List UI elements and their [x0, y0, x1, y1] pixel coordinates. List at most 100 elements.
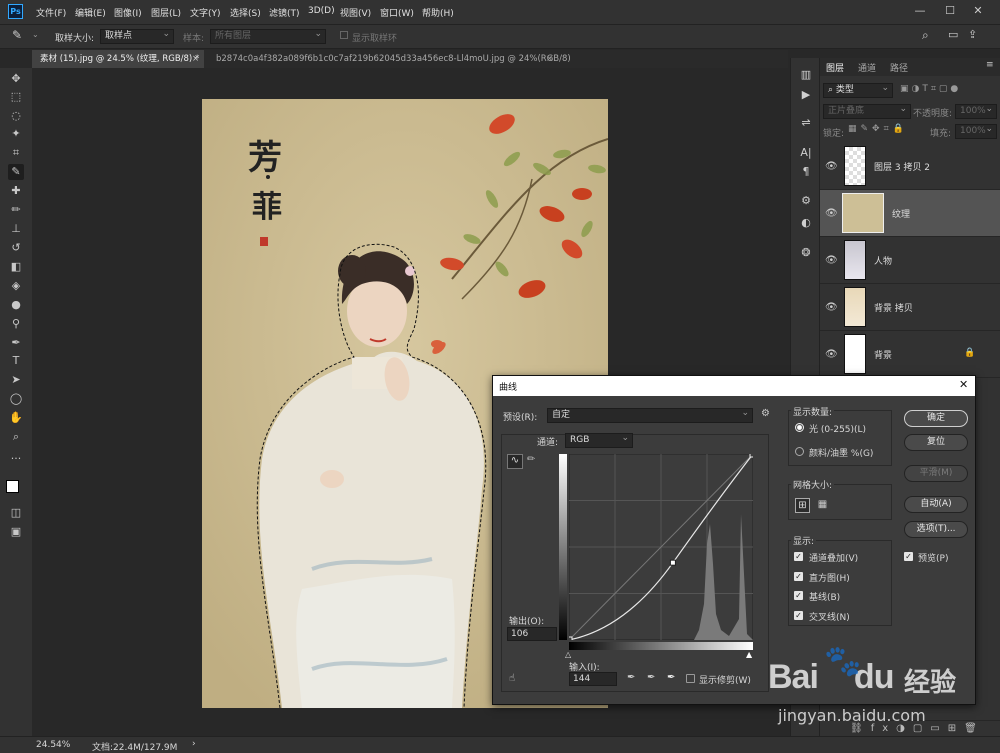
swatches-panel-icon[interactable]: ❂ [799, 246, 813, 260]
paragraph-panel-icon[interactable]: ¶ [799, 165, 813, 179]
share-icon[interactable]: ⇪ [968, 28, 977, 41]
close-window-button[interactable]: ✕ [968, 2, 988, 20]
auto-button[interactable]: 自动(A) [904, 496, 968, 513]
more-tools-icon[interactable]: ··· [8, 451, 24, 467]
intersection-line-checkbox[interactable]: ✓ [794, 611, 803, 620]
menu-edit[interactable]: 编辑(E) [75, 6, 106, 19]
status-menu-arrow-icon[interactable]: › [192, 739, 196, 749]
black-point-slider-icon[interactable]: △ [565, 650, 571, 659]
layer-name[interactable]: 背景 拷贝 [874, 301, 913, 314]
show-ring-checkbox[interactable] [340, 31, 348, 39]
menu-help[interactable]: 帮助(H) [422, 6, 454, 19]
layer-row[interactable]: 👁 人物 [820, 237, 1000, 284]
visibility-eye-icon[interactable]: 👁 [825, 161, 838, 172]
detailed-grid-icon[interactable]: ▦ [815, 498, 830, 513]
ellipse-tool-icon[interactable]: ◯ [8, 391, 24, 407]
visibility-eye-icon[interactable]: 👁 [825, 255, 838, 266]
tab-close-icon[interactable]: × [546, 50, 553, 68]
options-button[interactable]: 选项(T)... [904, 521, 968, 538]
menu-image[interactable]: 图像(I) [114, 6, 142, 19]
dodge-tool-icon[interactable]: ⚲ [8, 316, 24, 332]
foreground-color-swatch[interactable] [6, 480, 19, 493]
menu-filter[interactable]: 滤镜(T) [269, 6, 300, 19]
layer-name[interactable]: 背景 [874, 348, 892, 361]
dialog-title-bar[interactable]: 曲线 ✕ [493, 376, 975, 396]
opacity-input[interactable]: 100% [955, 103, 997, 119]
menu-view[interactable]: 视图(V) [340, 6, 371, 19]
tab-paths[interactable]: 路径 [890, 61, 908, 75]
output-input[interactable]: 106 [507, 627, 557, 641]
workspace-icon[interactable]: ▭ [948, 28, 958, 41]
preview-checkbox[interactable]: ✓ [904, 552, 913, 561]
layer-name[interactable]: 图层 3 拷贝 2 [874, 160, 930, 173]
blur-tool-icon[interactable]: ● [8, 297, 24, 313]
black-eyedropper-icon[interactable]: ✒ [627, 672, 635, 683]
visibility-eye-icon[interactable]: 👁 [825, 302, 838, 313]
histogram-checkbox[interactable]: ✓ [794, 572, 803, 581]
layer-name[interactable]: 纹理 [892, 207, 910, 220]
menu-file[interactable]: 文件(F) [36, 6, 66, 19]
panel-menu-icon[interactable]: ≡ [986, 60, 994, 70]
brush-tool-icon[interactable]: ✏ [8, 202, 24, 218]
fill-input[interactable]: 100% [955, 123, 997, 139]
ok-button[interactable]: 确定 [904, 410, 968, 427]
move-tool-icon[interactable]: ✥ [8, 71, 24, 87]
clone-stamp-tool-icon[interactable]: ⊥ [8, 221, 24, 237]
magic-wand-tool-icon[interactable]: ✦ [8, 126, 24, 142]
marquee-tool-icon[interactable]: ⬚ [8, 89, 24, 105]
lock-icons[interactable]: ▦✎✥⌗🔒 [848, 124, 908, 134]
pen-tool-icon[interactable]: ✒ [8, 335, 24, 351]
tab-channels[interactable]: 通道 [858, 61, 876, 75]
tab-layers[interactable]: 图层 [826, 61, 844, 75]
show-clipping-checkbox[interactable] [686, 674, 695, 683]
reset-button[interactable]: 复位 [904, 434, 968, 451]
layer-row[interactable]: 👁 背景 🔒 [820, 331, 1000, 378]
light-radio[interactable] [795, 423, 804, 432]
menu-3d[interactable]: 3D(D) [308, 6, 335, 16]
preset-options-gear-icon[interactable]: ⚙ [761, 408, 770, 419]
healing-brush-tool-icon[interactable]: ✚ [8, 183, 24, 199]
target-adjust-hand-icon[interactable]: ☝ [509, 673, 515, 684]
simple-grid-icon[interactable]: ⊞ [795, 498, 810, 513]
visibility-eye-icon[interactable]: 👁 [825, 349, 838, 360]
input-input[interactable]: 144 [569, 672, 617, 686]
eraser-tool-icon[interactable]: ◧ [8, 259, 24, 275]
sample-size-select[interactable]: 取样点 [100, 28, 174, 44]
menu-type[interactable]: 文字(Y) [190, 6, 221, 19]
blend-mode-select[interactable]: 正片叠底 [823, 103, 911, 119]
zoom-tool-icon[interactable]: ⌕ [8, 429, 24, 445]
menu-select[interactable]: 选择(S) [230, 6, 261, 19]
curve-point-active[interactable] [669, 559, 676, 566]
history-brush-tool-icon[interactable]: ↺ [8, 240, 24, 256]
character-panel-icon[interactable]: A| [799, 146, 813, 160]
zoom-level[interactable]: 24.54% [36, 740, 70, 750]
menu-window[interactable]: 窗口(W) [380, 6, 414, 19]
history-panel-icon[interactable]: ▥ [799, 68, 813, 82]
menu-layer[interactable]: 图层(L) [151, 6, 181, 19]
white-eyedropper-icon[interactable]: ✒ [667, 672, 675, 683]
layer-row[interactable]: 👁 背景 拷贝 [820, 284, 1000, 331]
curves-graph[interactable] [569, 454, 753, 640]
smooth-button[interactable]: 平滑(M) [904, 465, 968, 482]
visibility-eye-icon[interactable]: 👁 [825, 208, 838, 219]
white-point-slider-icon[interactable]: ▲ [746, 650, 752, 659]
eyedropper-tool-icon[interactable]: ✎ [12, 28, 22, 42]
tab-current-document[interactable]: 素材 (15).jpg @ 24.5% (纹理, RGB/8) * × [32, 50, 204, 68]
eyedropper-tool-icon[interactable]: ✎ [8, 164, 24, 180]
curve-point-tool-icon[interactable]: ∿ [507, 454, 523, 469]
path-selection-tool-icon[interactable]: ➤ [8, 372, 24, 388]
filter-icons[interactable]: ▣◑T⌗▢● [900, 84, 961, 94]
channel-select[interactable]: RGB [565, 432, 633, 448]
dialog-close-icon[interactable]: ✕ [959, 378, 968, 391]
tool-preset-chevron-icon[interactable]: ⌄ [32, 30, 39, 39]
pencil-tool-icon[interactable]: ✏ [527, 454, 535, 465]
adjustments-panel-icon[interactable]: ⇌ [799, 116, 813, 130]
paint-bucket-tool-icon[interactable]: ◈ [8, 278, 24, 294]
maximize-button[interactable]: ☐ [940, 2, 960, 20]
crop-tool-icon[interactable]: ⌗ [8, 145, 24, 161]
hand-tool-icon[interactable]: ✋ [8, 410, 24, 426]
styles-panel-icon[interactable]: ◐ [799, 216, 813, 230]
minimize-button[interactable]: — [910, 2, 930, 20]
layer-filter-select[interactable]: ⌕ 类型 [823, 82, 893, 98]
baseline-checkbox[interactable]: ✓ [794, 591, 803, 600]
